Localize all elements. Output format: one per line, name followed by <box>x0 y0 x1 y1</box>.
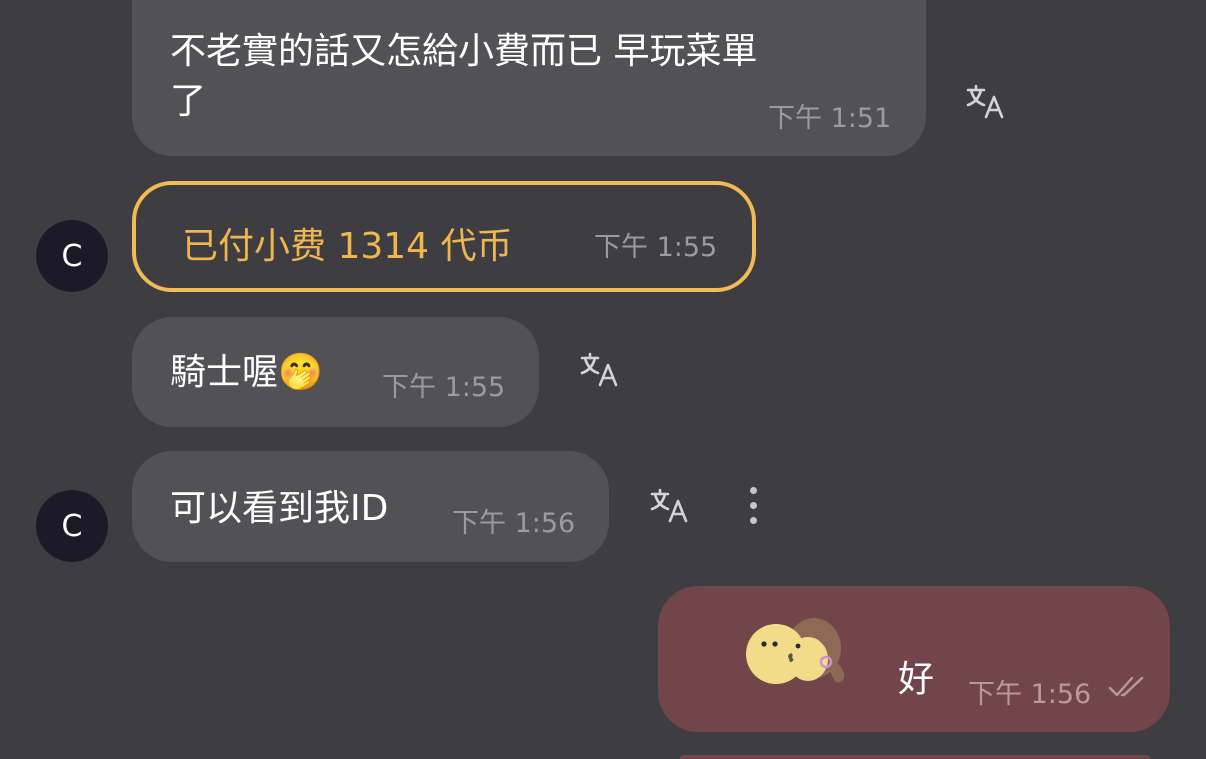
translate-icon[interactable] <box>580 352 620 388</box>
message-timestamp: 下午 1:55 <box>382 372 506 403</box>
message-timestamp: 下午 1:56 <box>968 679 1092 710</box>
message-text: 好 <box>898 659 935 700</box>
read-receipt-icon <box>1108 676 1144 697</box>
message-timestamp: 下午 1:51 <box>768 103 892 134</box>
message-text: 不老實的話又怎給小費而已 早玩菜單 <box>170 31 758 72</box>
hand-over-mouth-emoji: 🤭 <box>278 352 323 393</box>
more-options-icon[interactable] <box>742 484 766 528</box>
translate-icon[interactable] <box>966 84 1006 120</box>
translate-icon[interactable] <box>650 488 690 524</box>
message-text-content: 騎士喔 <box>170 352 279 393</box>
avatar[interactable]: C <box>36 220 108 292</box>
message-timestamp: 下午 1:56 <box>452 508 576 539</box>
message-text: 了 <box>170 81 207 122</box>
message-text: 騎士喔🤭 <box>170 349 323 397</box>
outgoing-message-bubble-partial[interactable] <box>680 755 1150 759</box>
message-text: 可以看到我ID <box>170 488 389 529</box>
message-bubble[interactable]: 騎士喔🤭 下午 1:55 <box>132 317 539 427</box>
tip-label: 已付小费 1314 代币 <box>182 226 513 267</box>
tip-bubble[interactable]: 已付小费 1314 代币 下午 1:55 <box>132 181 756 292</box>
message-timestamp: 下午 1:55 <box>594 232 718 263</box>
message-bubble[interactable]: 可以看到我ID 下午 1:56 <box>132 451 609 562</box>
chat-view[interactable]: 不老實的話又怎給小費而已 早玩菜單 了 下午 1:51 C 已付小费 1314 … <box>0 0 1206 759</box>
kissing-couple-sticker <box>746 618 845 684</box>
avatar[interactable]: C <box>36 490 108 562</box>
message-bubble[interactable]: 不老實的話又怎給小費而已 早玩菜單 了 下午 1:51 <box>132 0 926 156</box>
outgoing-message-bubble[interactable]: 好 下午 1:56 <box>658 586 1170 732</box>
